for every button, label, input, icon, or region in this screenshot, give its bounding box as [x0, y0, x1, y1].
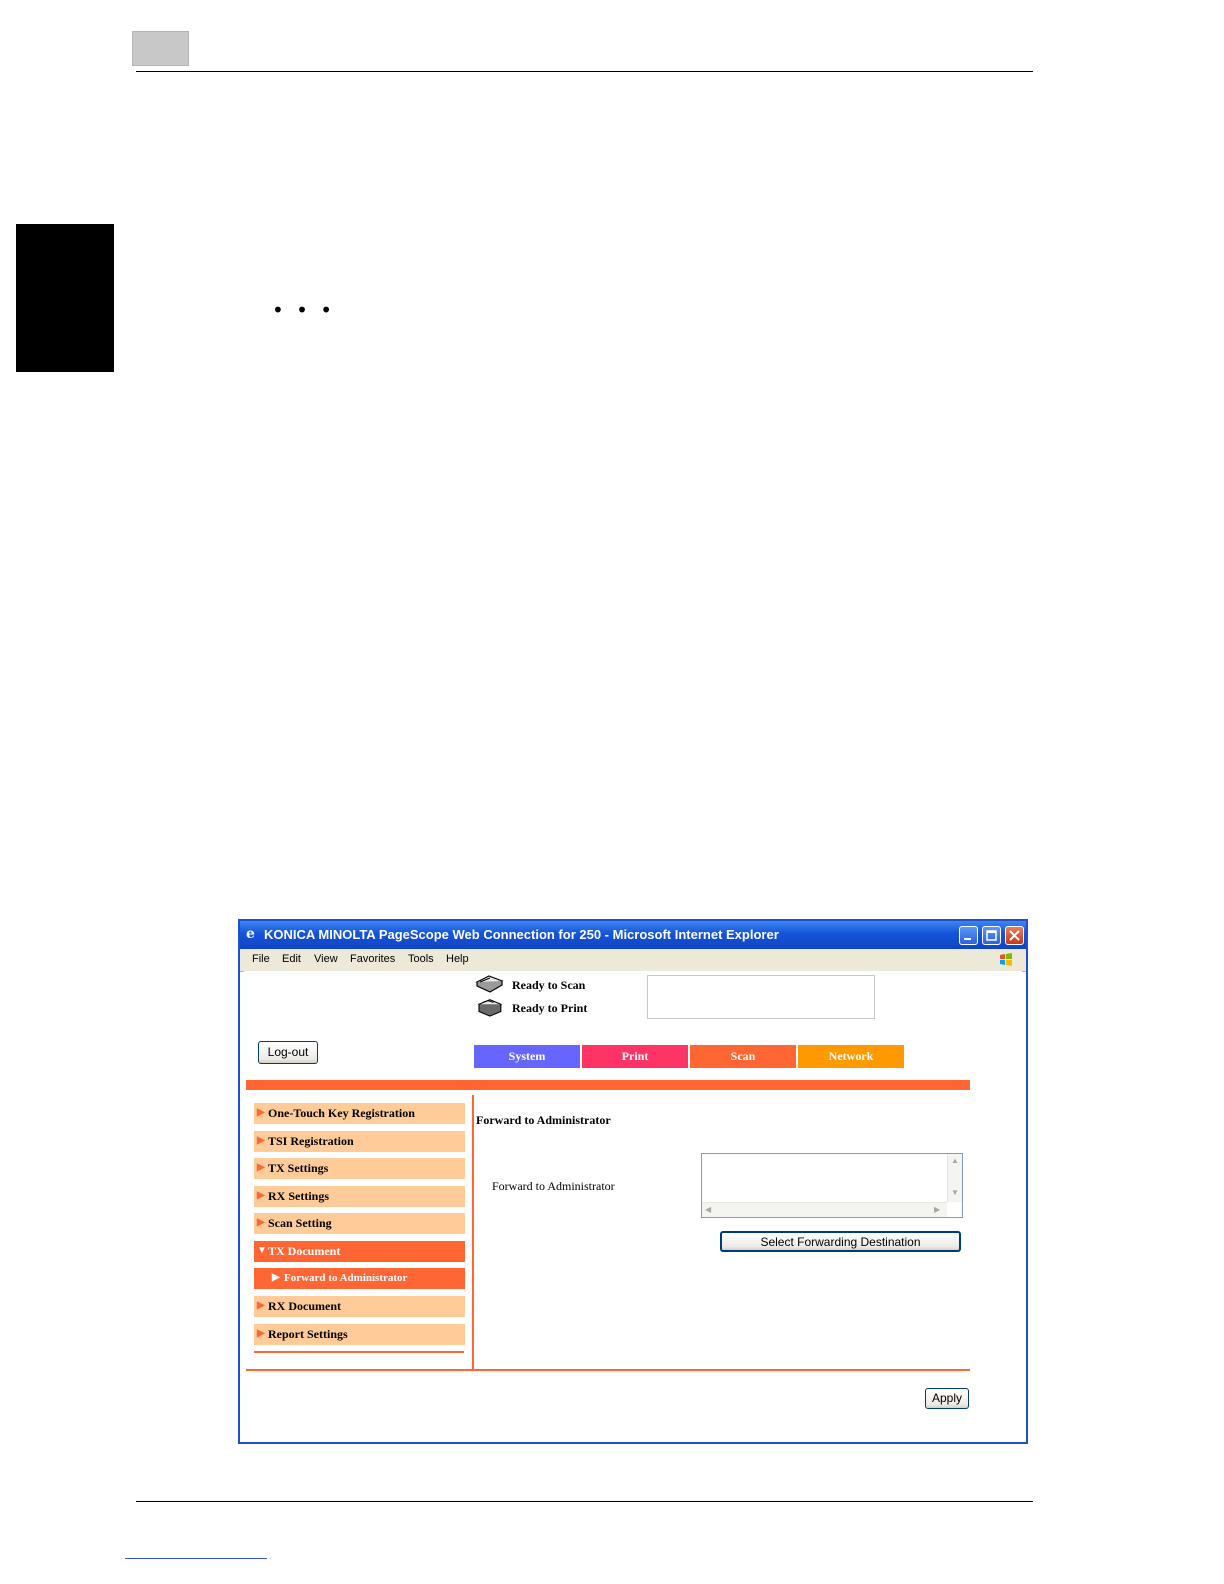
scanner-icon: [475, 975, 504, 993]
page-title: Forward to Administrator: [476, 1113, 611, 1127]
arrow-right-icon: ▶: [257, 1190, 265, 1201]
menu-help[interactable]: Help: [446, 953, 469, 965]
windows-flag-icon: [1000, 953, 1012, 966]
status-print: Ready to Print: [512, 1001, 588, 1015]
sidebar-bottom-rule: [254, 1351, 464, 1353]
sidebar-item-tx-settings[interactable]: ▶ TX Settings: [254, 1158, 465, 1179]
footer-underline: [125, 1558, 267, 1559]
arrow-right-icon: ▶: [257, 1300, 265, 1311]
minimize-button[interactable]: [959, 926, 978, 945]
menu-file[interactable]: File: [252, 953, 270, 965]
horizontal-scrollbar[interactable]: ◀ ▶: [702, 1202, 947, 1217]
sidebar-item-label: One-Touch Key Registration: [268, 1106, 415, 1120]
tab-network[interactable]: Network: [798, 1045, 904, 1068]
menu-view[interactable]: View: [314, 953, 338, 965]
tab-system[interactable]: System: [474, 1045, 580, 1068]
header-rule: [136, 71, 1033, 72]
chapter-tab: [16, 224, 114, 372]
browser-window: e KONICA MINOLTA PageScope Web Connectio…: [238, 919, 1028, 1444]
arrow-right-icon: ▶: [257, 1217, 265, 1228]
arrow-down-icon: ▼: [257, 1245, 267, 1256]
select-forwarding-destination-button[interactable]: Select Forwarding Destination: [720, 1231, 961, 1252]
forward-field-label: Forward to Administrator: [492, 1179, 615, 1193]
page-content: Ready to Scan Ready to Print Log-out Sys…: [244, 971, 1022, 1442]
page-number-box: [132, 31, 189, 66]
close-button[interactable]: [1005, 926, 1024, 945]
title-bar: e KONICA MINOLTA PageScope Web Connectio…: [240, 921, 1026, 949]
arrow-right-icon: ▶: [257, 1135, 265, 1146]
sidebar-item-scan-setting[interactable]: ▶ Scan Setting: [254, 1213, 465, 1234]
scroll-left-icon: ◀: [705, 1205, 712, 1214]
sidebar-item-one-touch-key-registration[interactable]: ▶ One-Touch Key Registration: [254, 1103, 465, 1124]
menu-tools[interactable]: Tools: [408, 953, 434, 965]
sidebar-item-label: RX Document: [268, 1299, 341, 1313]
tab-print[interactable]: Print: [582, 1045, 688, 1068]
arrow-right-icon: ▶: [272, 1272, 280, 1283]
sidebar-item-label: TX Settings: [268, 1161, 329, 1175]
sidebar-item-report-settings[interactable]: ▶ Report Settings: [254, 1324, 465, 1345]
menu-bar: File Edit View Favorites Tools Help: [240, 949, 1026, 972]
arrow-right-icon: ▶: [257, 1162, 265, 1173]
window-title: KONICA MINOLTA PageScope Web Connection …: [264, 927, 779, 942]
sidebar-item-label: Scan Setting: [268, 1216, 332, 1230]
sidebar-item-label: RX Settings: [268, 1189, 330, 1203]
maximize-button[interactable]: [982, 926, 1001, 945]
forward-destination-textarea[interactable]: ▲ ▼ ◀ ▶: [701, 1153, 963, 1218]
sidebar-item-tx-document[interactable]: ▼ TX Document: [254, 1241, 465, 1262]
minimize-icon: [964, 938, 971, 940]
arrow-right-icon: ▶: [257, 1328, 265, 1339]
ellipsis: • • •: [272, 298, 336, 322]
footer-rule: [136, 1501, 1033, 1502]
close-icon: [1009, 930, 1020, 941]
sidebar-item-tsi-registration[interactable]: ▶ TSI Registration: [254, 1131, 465, 1152]
sidebar-item-label: Report Settings: [268, 1327, 348, 1341]
content-footer-rule: [246, 1369, 970, 1371]
message-box: [647, 975, 875, 1019]
sidebar-item-rx-settings[interactable]: ▶ RX Settings: [254, 1186, 465, 1207]
scroll-down-icon: ▼: [951, 1188, 959, 1197]
sidebar-item-label: TX Document: [268, 1244, 341, 1258]
maximize-icon: [986, 930, 997, 941]
sidebar-divider: [472, 1095, 474, 1369]
menu-favorites[interactable]: Favorites: [350, 953, 395, 965]
sidebar-item-label: Forward to Administrator: [284, 1272, 408, 1284]
logout-button[interactable]: Log-out: [258, 1041, 318, 1064]
menu-edit[interactable]: Edit: [282, 953, 301, 965]
status-scan: Ready to Scan: [512, 978, 586, 992]
scroll-right-icon: ▶: [934, 1205, 941, 1214]
printer-icon: [477, 999, 503, 1017]
header-bar: [246, 1080, 970, 1090]
vertical-scrollbar[interactable]: ▲ ▼: [947, 1154, 962, 1202]
apply-button[interactable]: Apply: [925, 1388, 969, 1409]
sidebar-item-forward-to-administrator[interactable]: ▶ Forward to Administrator: [254, 1268, 465, 1289]
sidebar-item-label: TSI Registration: [268, 1134, 354, 1148]
ie-logo-icon: e: [246, 926, 255, 942]
tab-scan[interactable]: Scan: [690, 1045, 796, 1068]
arrow-right-icon: ▶: [257, 1107, 265, 1118]
sidebar-item-rx-document[interactable]: ▶ RX Document: [254, 1296, 465, 1317]
scroll-up-icon: ▲: [951, 1156, 959, 1165]
